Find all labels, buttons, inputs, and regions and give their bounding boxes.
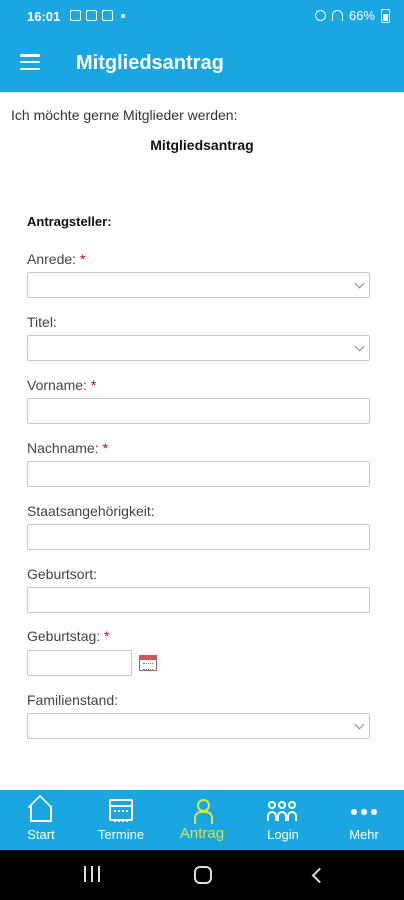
status-bar: 16:01 66%: [0, 0, 404, 34]
alarm-icon: [314, 10, 326, 21]
calendar-picker-icon[interactable]: [139, 655, 157, 671]
nav-item-termine[interactable]: Termine: [81, 790, 161, 850]
nav-item-mehr[interactable]: Mehr: [324, 790, 404, 850]
staatsangehoerigkeit-input[interactable]: [27, 524, 370, 550]
battery-icon: [381, 8, 390, 23]
calendar-icon: [109, 799, 133, 822]
nachname-label: Nachname: *: [27, 440, 108, 456]
anrede-label: Anrede: *: [27, 251, 86, 267]
home-icon: [30, 806, 52, 822]
home-button-icon[interactable]: [194, 866, 212, 884]
cast-icon: [102, 10, 113, 21]
titel-select[interactable]: [27, 335, 370, 361]
dot-icon: [121, 13, 125, 18]
nav-label: Mehr: [349, 827, 379, 842]
notification-icons: [70, 10, 125, 21]
required-marker: *: [90, 377, 97, 393]
bottom-navigation: Start Termine Antrag Login Mehr: [0, 790, 404, 850]
nav-item-login[interactable]: Login: [243, 790, 323, 850]
system-navigation-bar: [0, 850, 404, 900]
vorname-input[interactable]: [27, 398, 370, 424]
nav-label: Start: [27, 827, 55, 842]
back-icon[interactable]: [311, 867, 328, 884]
intro-text: Ich möchte gerne Mitglieder werden:: [11, 107, 238, 123]
form-title: Mitgliedsantrag: [150, 137, 254, 153]
familienstand-label: Familienstand:: [27, 692, 119, 708]
nachname-input[interactable]: [27, 461, 370, 487]
group-icon: [267, 799, 298, 821]
required-marker: *: [104, 628, 110, 644]
wifi-icon: [331, 10, 343, 21]
required-marker: *: [102, 440, 108, 456]
person-icon: [192, 799, 213, 824]
nav-item-start[interactable]: Start: [1, 790, 81, 850]
more-icon: [351, 809, 377, 815]
geburtstag-label: Geburtstag: *: [27, 628, 110, 644]
required-marker: *: [79, 251, 86, 267]
status-time: 16:01: [27, 9, 61, 24]
page-title: Mitgliedsantrag: [76, 52, 224, 74]
nav-item-antrag[interactable]: Antrag: [162, 790, 242, 850]
nav-label: Antrag: [179, 825, 225, 842]
gallery-icon: [70, 10, 81, 21]
anrede-select[interactable]: [27, 272, 370, 298]
vorname-label: Vorname: *: [27, 377, 97, 393]
titel-label: Titel:: [27, 314, 57, 330]
system-icons: 66%: [314, 8, 390, 23]
geburtstag-input[interactable]: [27, 650, 132, 676]
battery-percent: 66%: [348, 8, 375, 23]
familienstand-select[interactable]: [27, 713, 370, 739]
photo-icon: [86, 10, 97, 21]
hamburger-menu-icon[interactable]: [20, 54, 40, 70]
recent-apps-icon[interactable]: [84, 866, 100, 882]
nav-label: Termine: [97, 827, 145, 842]
geburtsort-input[interactable]: [27, 587, 370, 613]
section-heading: Antragsteller:: [27, 214, 112, 229]
staatsangehoerigkeit-label: Staatsangehörigkeit:: [27, 503, 155, 519]
geburtsort-label: Geburtsort:: [27, 566, 98, 582]
app-bar: Mitgliedsantrag: [0, 34, 404, 92]
nav-label: Login: [267, 827, 299, 842]
